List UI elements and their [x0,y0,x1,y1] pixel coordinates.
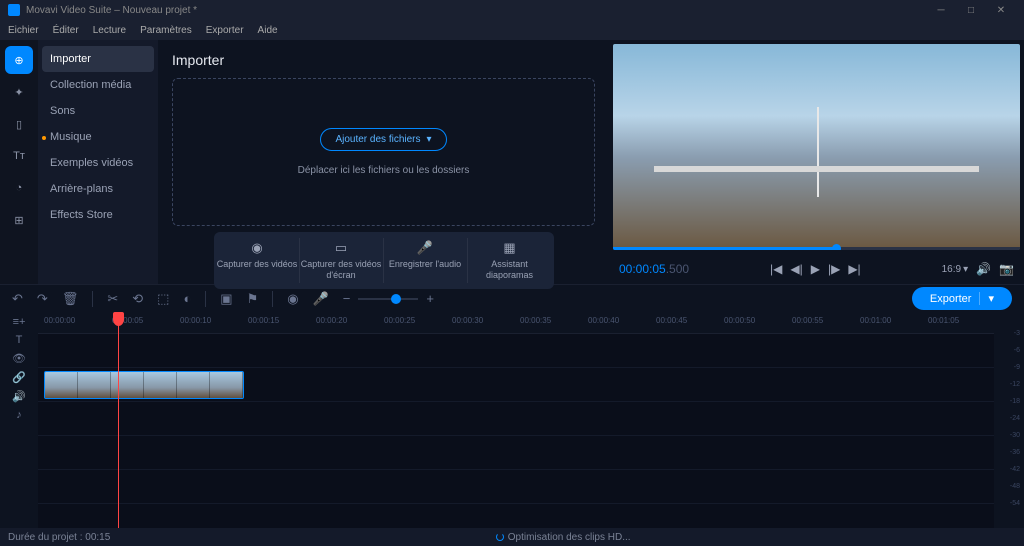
record-audio-button[interactable]: 🎤 [313,291,329,307]
track-link-icon: 🔗 [12,371,26,384]
maximize-button[interactable]: □ [956,0,986,20]
audio-track[interactable] [38,436,994,470]
menu-settings[interactable]: Paramètres [140,25,192,36]
tool-stickers-icon[interactable]: ◔ [5,174,33,202]
play-button[interactable]: ▶ [811,262,820,276]
zoom-out-button[interactable]: − [343,291,351,306]
marker-button[interactable]: ⚑ [247,291,259,307]
sidebar-item-effects-store[interactable]: Effects Store [38,202,158,228]
prev-frame-button[interactable]: ◀| [790,262,802,276]
track-audio-icon: 🔊 [12,390,26,403]
tool-more-icon[interactable]: ⊞ [5,206,33,234]
record-audio-button[interactable]: 🎤Enregistrer l'audio [384,238,468,283]
capture-video-button[interactable]: ◉Capturer des vidéos [216,238,300,283]
capture-screen-button[interactable]: ▭Capturer des vidéos d'écran [300,238,384,283]
sidebar-item-collection[interactable]: Collection média [38,72,158,98]
undo-button[interactable]: ↶ [12,291,23,307]
spinner-icon [496,533,504,541]
tool-titles-icon[interactable]: Tᴛ [5,142,33,170]
camera-icon: ◉ [251,240,262,256]
cut-button[interactable]: ✂ [107,291,118,307]
window-title: Movavi Video Suite – Nouveau projet * [26,5,197,16]
music-track[interactable] [38,470,994,504]
mic-icon: 🎤 [417,240,433,256]
slideshow-icon: ▦ [503,240,515,256]
menu-file[interactable]: Eichier [8,25,39,36]
video-clip[interactable] [44,371,244,399]
zoom-slider[interactable] [358,298,418,300]
zoom-in-button[interactable]: + [426,291,434,306]
export-button[interactable]: Exporter▾ [912,287,1012,310]
video-track[interactable] [38,368,994,402]
close-button[interactable]: ✕ [986,0,1016,20]
chevron-down-icon[interactable]: ▾ [979,292,994,305]
color-button[interactable]: ◐ [183,291,191,306]
status-message: Optimisation des clips HD... [508,532,631,543]
minimize-button[interactable]: ─ [926,0,956,20]
track-music-icon: ♪ [16,409,22,421]
tool-transitions-icon[interactable]: ▯ [5,110,33,138]
sidebar-item-sounds[interactable]: Sons [38,98,158,124]
track-add-button[interactable]: ≡+ [13,316,26,328]
menu-edit[interactable]: Éditer [53,25,79,36]
chevron-down-icon: ▾ [427,134,432,145]
add-files-button[interactable]: Ajouter des fichiers▾ [320,128,446,151]
track-text-icon: T [16,334,23,346]
monitor-icon: ▭ [335,240,347,256]
menu-play[interactable]: Lecture [93,25,126,36]
prev-clip-button[interactable]: |◀ [770,262,782,276]
sidebar-item-backgrounds[interactable]: Arrière-plans [38,176,158,202]
redo-button[interactable]: ↷ [37,291,48,307]
preview-viewport[interactable] [613,44,1020,250]
slideshow-wizard-button[interactable]: ▦Assistant diaporamas [468,238,552,283]
playhead[interactable] [118,312,119,528]
sidebar-item-samples[interactable]: Exemples vidéos [38,150,158,176]
tool-filters-icon[interactable]: ✦ [5,78,33,106]
sidebar-item-importer[interactable]: Importer [42,46,154,72]
aspect-ratio-button[interactable]: 16:9 ▾ [942,264,969,275]
linked-audio-track[interactable] [38,402,994,436]
seek-bar[interactable] [613,247,1020,250]
next-clip-button[interactable]: ▶| [848,262,860,276]
content-heading: Importer [172,52,595,68]
crop-button[interactable]: ⬚ [157,291,169,307]
audio-meter: -3-6-9-12-18-24-30-36-42-48-54 [994,312,1024,528]
tool-import-icon[interactable]: ⊕ [5,46,33,74]
app-icon [8,4,20,16]
sidebar-item-music[interactable]: Musique [38,124,158,150]
drop-hint: Déplacer ici les fichiers ou les dossier… [298,165,470,176]
transition-wizard-button[interactable]: ▣ [220,291,232,307]
menu-help[interactable]: Aide [258,25,278,36]
delete-button[interactable]: 🗑 [62,291,79,307]
project-duration: Durée du projet : 00:15 [8,532,110,543]
snapshot-icon[interactable]: 📷 [999,262,1014,276]
rotate-button[interactable]: ⟲ [132,291,143,307]
next-frame-button[interactable]: |▶ [828,262,840,276]
record-video-button[interactable]: ◉ [287,291,298,307]
volume-icon[interactable]: 🔊 [976,262,991,276]
menu-export[interactable]: Exporter [206,25,244,36]
time-ruler[interactable]: 00:00:0000:00:0500:00:1000:00:1500:00:20… [38,312,994,334]
timecode: 00:00:05.500 [619,262,689,276]
text-track[interactable] [38,334,994,368]
drop-zone[interactable]: Ajouter des fichiers▾ Déplacer ici les f… [172,78,595,226]
track-video-icon: 👁 [12,352,26,365]
